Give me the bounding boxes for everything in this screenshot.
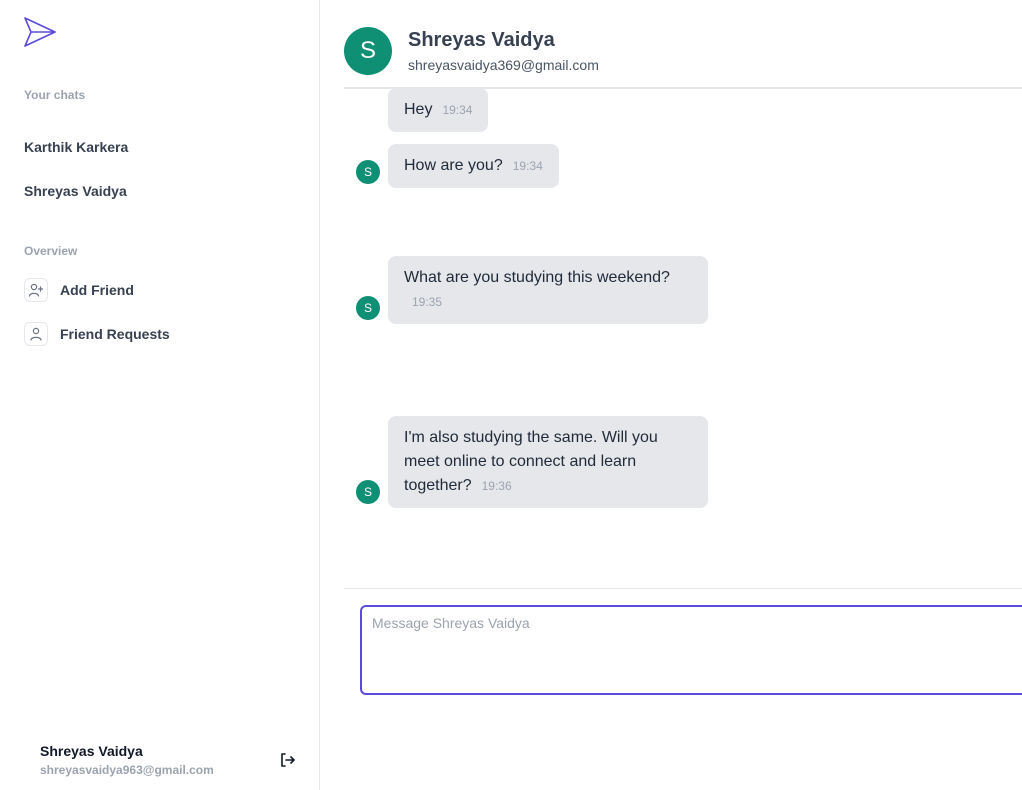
message-bubble: Hey 19:34 xyxy=(388,88,489,132)
sign-out-icon[interactable] xyxy=(276,749,298,771)
chat-link-shreyas-vaidya[interactable]: Shreyas Vaidya xyxy=(24,181,127,201)
overview-label: Overview xyxy=(24,244,78,258)
chat-header: S Shreyas Vaidya shreyasvaidya369@gmail.… xyxy=(344,0,1022,89)
send-logo-icon[interactable] xyxy=(22,16,58,48)
nav-friend-requests[interactable]: Friend Requests xyxy=(24,322,170,346)
message-input[interactable] xyxy=(362,607,1022,693)
message-bubble: I'm also studying the same. Will you mee… xyxy=(388,416,708,508)
profile-block: Shreyas Vaidya shreyasvaidya963@gmail.co… xyxy=(40,742,214,777)
message-text: Hey xyxy=(404,101,433,118)
chat-link-karthik-karkera[interactable]: Karthik Karkera xyxy=(24,137,128,157)
partner-name: Shreyas Vaidya xyxy=(408,29,555,51)
message-text: I'm also studying the same. Will you mee… xyxy=(404,429,658,494)
message-time: 19:34 xyxy=(512,159,543,173)
composer-divider xyxy=(344,588,1022,589)
partner-avatar: S xyxy=(344,27,392,75)
message-avatar: S xyxy=(356,160,380,184)
add-friend-label: Add Friend xyxy=(60,282,134,298)
message-bubble: What are you studying this weekend? 19:3… xyxy=(388,256,708,324)
message-text: What are you studying this weekend? xyxy=(404,269,670,286)
profile-email: shreyasvaidya963@gmail.com xyxy=(40,763,214,777)
message-avatar: S xyxy=(356,480,380,504)
message-avatar: S xyxy=(356,296,380,320)
sidebar: Your chats Karthik Karkera Shreyas Vaidy… xyxy=(0,0,320,790)
partner-email: shreyasvaidya369@gmail.com xyxy=(408,57,599,73)
message-time: 19:34 xyxy=(442,103,473,117)
message-composer xyxy=(360,605,1022,695)
chat-panel: S Shreyas Vaidya shreyasvaidya369@gmail.… xyxy=(320,0,1022,790)
your-chats-label: Your chats xyxy=(24,88,86,102)
friend-requests-label: Friend Requests xyxy=(60,326,170,342)
user-plus-icon xyxy=(24,278,48,302)
message-time: 19:35 xyxy=(412,295,443,309)
message-bubble: How are you? 19:34 xyxy=(388,144,559,188)
user-icon xyxy=(24,322,48,346)
message-time: 19:36 xyxy=(481,479,512,493)
profile-name: Shreyas Vaidya xyxy=(40,743,143,759)
nav-add-friend[interactable]: Add Friend xyxy=(24,278,134,302)
message-text: How are you? xyxy=(404,157,503,174)
